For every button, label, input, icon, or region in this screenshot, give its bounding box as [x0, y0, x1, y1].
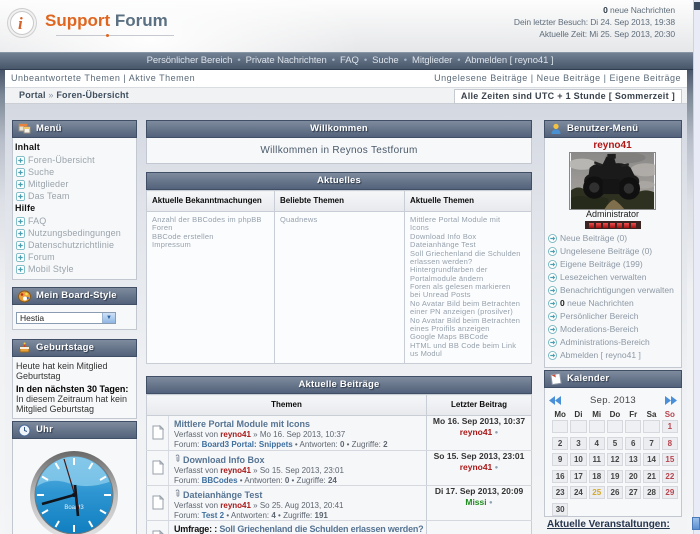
- svg-text:Board3: Board3: [64, 505, 84, 511]
